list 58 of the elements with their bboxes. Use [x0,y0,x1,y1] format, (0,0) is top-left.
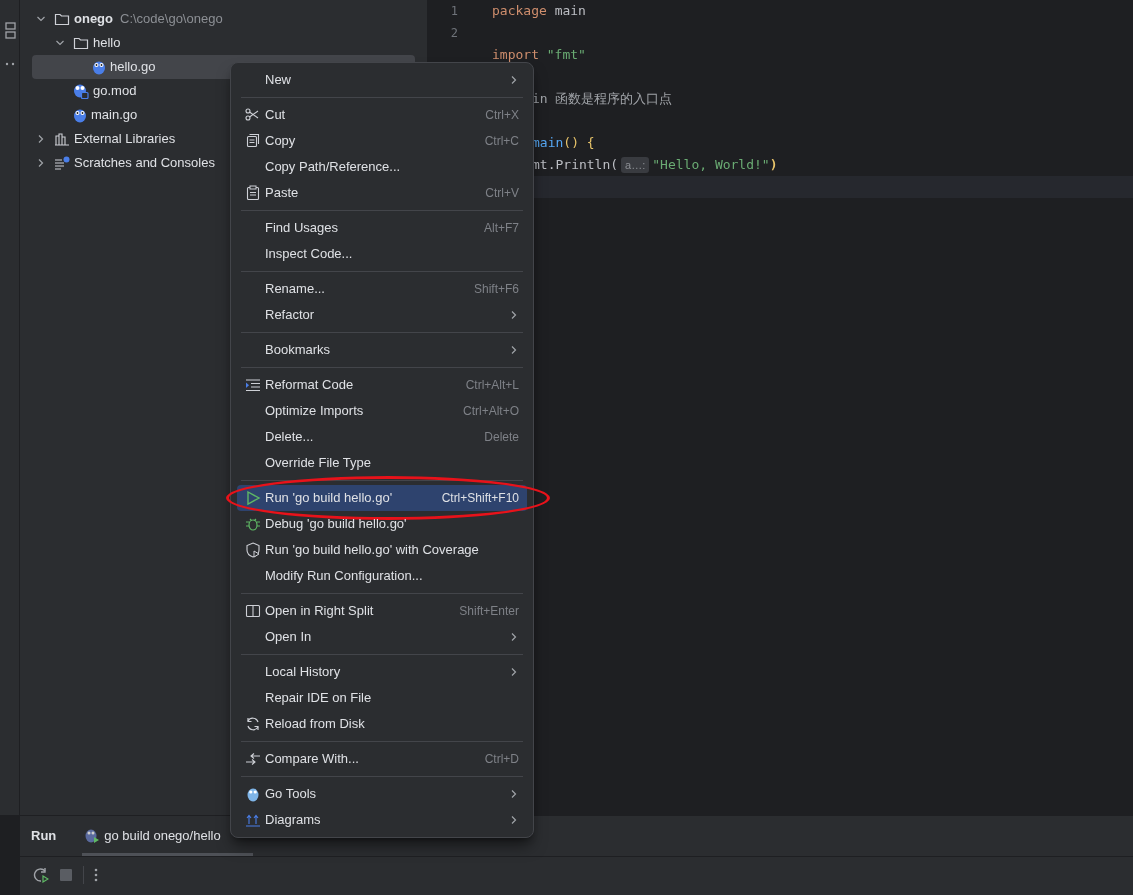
structure-icon[interactable] [3,22,16,40]
menu-item[interactable]: Copy Path/Reference... [237,154,527,180]
menu-item[interactable]: Local History [237,659,527,685]
code-line: mt.Println( a…: "Hello, World!") [532,155,778,175]
menu-item[interactable]: Open In [237,624,527,650]
code-line: package main [492,2,586,21]
tree-item[interactable]: onego C:\code\go\onego [32,7,415,31]
menu-item[interactable]: Paste Ctrl+V [237,180,527,206]
menu-item[interactable]: Optimize Imports Ctrl+Alt+O [237,398,527,424]
library-icon [54,132,70,146]
menu-item[interactable]: Go Tools [237,781,527,807]
menu-item[interactable]: Find Usages Alt+F7 [237,215,527,241]
run-icon [245,490,261,506]
menu-item[interactable]: Rename... Shift+F6 [237,276,527,302]
menu-item[interactable]: Run 'go build hello.go' Ctrl+Shift+F10 [237,485,527,511]
more-icon[interactable] [4,62,15,66]
reload-icon [245,716,261,732]
rerun-icon[interactable] [33,866,49,883]
folder-icon [73,36,89,50]
menu-item[interactable]: Bookmarks [237,337,527,363]
compare-arrows-icon [245,751,261,767]
menu-item[interactable]: Override File Type [237,450,527,476]
menu-item[interactable]: Copy Ctrl+C [237,128,527,154]
line-number: 2 [450,26,458,40]
scissors-icon [245,107,261,123]
gopher-icon [245,786,261,802]
code-line: import "fmt" [492,46,586,65]
code-line: in 函数是程序的入口点 [532,90,673,109]
diagram-icon [245,812,261,828]
panel-title: Run [31,827,57,846]
menu-item[interactable]: Run 'go build hello.go' with Coverage [237,537,527,563]
menu-item[interactable]: Inspect Code... [237,241,527,267]
menu-item[interactable]: Open in Right Split Shift+Enter [237,598,527,624]
menu-item[interactable]: Reformat Code Ctrl+Alt+L [237,372,527,398]
copy-icon [245,133,261,149]
menu-item[interactable]: Refactor [237,302,527,328]
clipboard-icon [245,185,261,201]
menu-item[interactable]: Debug 'go build hello.go' [237,511,527,537]
project-path: C:\code\go\onego [120,10,223,29]
bug-icon [245,516,261,532]
shield-run-icon [245,542,261,558]
gopher-file-icon [73,107,87,123]
gopher-module-icon [73,83,89,99]
line-number: 1 [450,4,458,18]
split-view-icon [245,603,261,619]
tree-item[interactable]: hello [32,31,415,55]
menu-item[interactable]: Reload from Disk [237,711,527,737]
menu-item[interactable]: Repair IDE on File [237,685,527,711]
menu-item[interactable]: Delete... Delete [237,424,527,450]
menu-item[interactable]: Cut Ctrl+X [237,102,527,128]
gopher-run-icon [84,828,101,844]
menu-item[interactable]: Modify Run Configuration... [237,563,527,589]
scratches-icon [54,156,70,170]
indent-lines-icon [245,377,261,393]
menu-item[interactable]: Compare With... Ctrl+D [237,746,527,772]
more-options-icon[interactable] [94,867,98,882]
folder-icon [54,12,70,26]
gopher-file-icon [92,59,106,75]
